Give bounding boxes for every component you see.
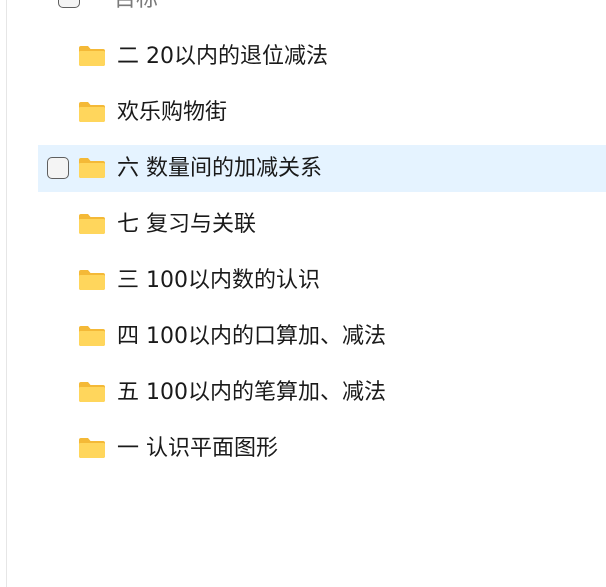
- folder-icon: [79, 270, 105, 290]
- folder-icon: [79, 46, 105, 66]
- folder-row-2[interactable]: 欢乐购物街: [38, 89, 606, 136]
- folder-list: 二 20以内的退位减法 欢乐购物街 六 数量间的加减关系 七 复习与关联 三 1…: [38, 33, 606, 481]
- folder-row-4[interactable]: 七 复习与关联: [38, 201, 606, 248]
- folder-icon: [79, 158, 105, 178]
- folder-label: 一 认识平面图形: [117, 436, 278, 461]
- select-checkbox[interactable]: [47, 157, 69, 179]
- folder-row-7[interactable]: 五 100以内的笔算加、减法: [38, 369, 606, 416]
- folder-label: 七 复习与关联: [117, 212, 256, 237]
- folder-label: 欢乐购物街: [117, 100, 228, 125]
- folder-label: 二 20以内的退位减法: [117, 44, 328, 69]
- folder-label: 四 100以内的口算加、减法: [117, 324, 386, 349]
- folder-row-partial[interactable]: 目标: [38, 0, 606, 14]
- folder-icon: [79, 382, 105, 402]
- folder-row-6[interactable]: 四 100以内的口算加、减法: [38, 313, 606, 360]
- folder-label: 三 100以内数的认识: [117, 268, 320, 293]
- folder-row-1[interactable]: 二 20以内的退位减法: [38, 33, 606, 80]
- folder-row-8[interactable]: 一 认识平面图形: [38, 425, 606, 472]
- folder-row-3[interactable]: 六 数量间的加减关系: [38, 145, 606, 192]
- folder-row-5[interactable]: 三 100以内数的认识: [38, 257, 606, 304]
- folder-label: 五 100以内的笔算加、减法: [117, 380, 386, 405]
- folder-label: 六 数量间的加减关系: [117, 156, 322, 181]
- folder-icon: [79, 102, 105, 122]
- folder-icon: [79, 326, 105, 346]
- folder-icon: [79, 214, 105, 234]
- folder-icon: [79, 438, 105, 458]
- folder-label: 目标: [114, 0, 158, 14]
- pane-divider: [6, 0, 7, 587]
- select-checkbox[interactable]: [58, 0, 80, 8]
- file-list-pane: 目标 二 20以内的退位减法 欢乐购物街 六 数量间的加减关系 七 复习与关联: [0, 0, 606, 587]
